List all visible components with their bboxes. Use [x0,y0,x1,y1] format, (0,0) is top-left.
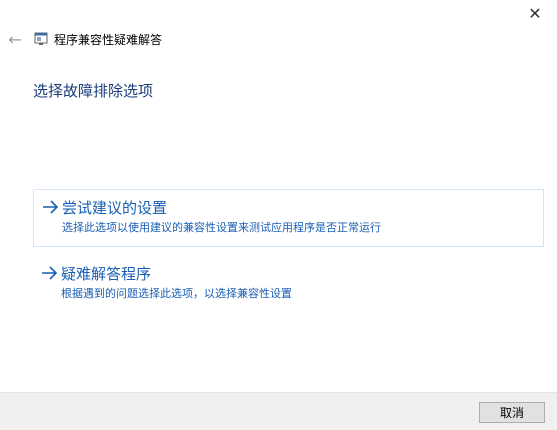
compatibility-troubleshooter-icon [34,32,48,45]
cancel-button[interactable]: 取消 [479,402,545,423]
close-icon: ✕ [528,3,542,23]
back-button[interactable]: ← [4,28,26,50]
footer-bar: 取消 [0,392,557,430]
option-description: 根据遇到的问题选择此选项，以选择兼容性设置 [61,287,292,300]
option-troubleshoot-program[interactable]: 疑难解答程序 根据遇到的问题选择此选项，以选择兼容性设置 [33,256,544,306]
page-heading: 选择故障排除选项 [33,82,154,100]
option-try-recommended-settings[interactable]: 尝试建议的设置 选择此选项以使用建议的兼容性设置来测试应用程序是否正常运行 [33,189,544,247]
back-arrow-icon: ← [8,29,22,49]
title-bar: ← 程序兼容性疑难解答 [0,28,557,50]
window-title: 程序兼容性疑难解答 [54,32,163,47]
right-arrow-icon [43,200,59,214]
close-button[interactable]: ✕ [513,0,557,26]
option-description: 选择此选项以使用建议的兼容性设置来测试应用程序是否正常运行 [62,221,381,234]
option-title: 尝试建议的设置 [62,199,168,217]
option-title: 疑难解答程序 [61,265,152,283]
right-arrow-icon [42,266,58,280]
